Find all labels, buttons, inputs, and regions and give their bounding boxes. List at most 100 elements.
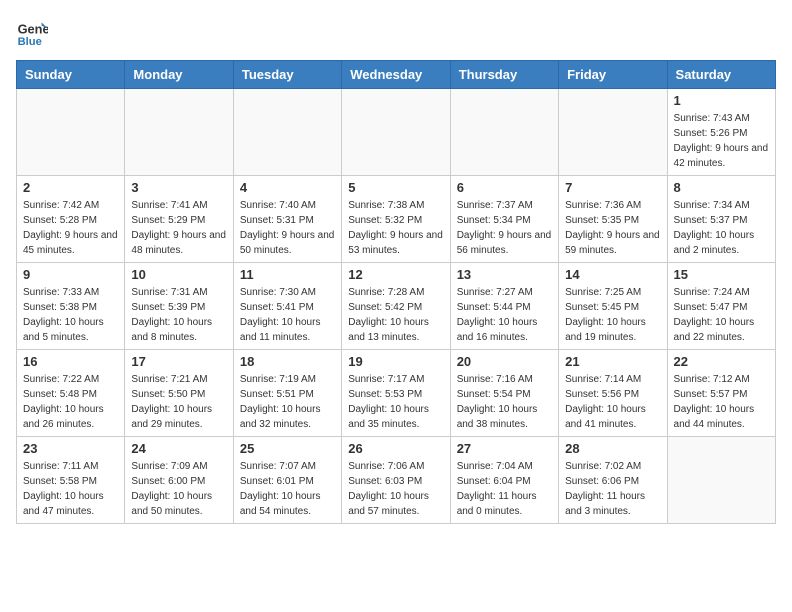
day-number: 28 — [565, 441, 660, 456]
day-number: 20 — [457, 354, 552, 369]
day-number: 11 — [240, 267, 335, 282]
logo-icon: General Blue — [16, 16, 48, 48]
day-info: Sunrise: 7:37 AM Sunset: 5:34 PM Dayligh… — [457, 198, 552, 258]
day-cell: 28 Sunrise: 7:02 AM Sunset: 6:06 PM Dayli… — [559, 437, 667, 524]
day-cell — [559, 89, 667, 176]
day-cell: 25 Sunrise: 7:07 AM Sunset: 6:01 PM Dayli… — [233, 437, 341, 524]
day-info: Sunrise: 7:43 AM Sunset: 5:26 PM Dayligh… — [674, 111, 769, 171]
week-row-4: 16 Sunrise: 7:22 AM Sunset: 5:48 PM Dayli… — [17, 350, 776, 437]
day-number: 5 — [348, 180, 443, 195]
day-cell: 27Sunrise: 7:04 AM Sunset: 6:04 PM Dayli… — [450, 437, 558, 524]
week-row-3: 9Sunrise: 7:33 AM Sunset: 5:38 PM Daylig… — [17, 263, 776, 350]
day-info: Sunrise: 7:41 AM Sunset: 5:29 PM Dayligh… — [131, 198, 226, 258]
day-cell: 6 Sunrise: 7:37 AM Sunset: 5:34 PM Daylig… — [450, 176, 558, 263]
day-number: 4 — [240, 180, 335, 195]
day-info: Sunrise: 7:24 AM Sunset: 5:47 PM Dayligh… — [674, 285, 769, 345]
day-cell: 18 Sunrise: 7:19 AM Sunset: 5:51 PM Dayli… — [233, 350, 341, 437]
day-cell — [342, 89, 450, 176]
day-info: Sunrise: 7:31 AM Sunset: 5:39 PM Dayligh… — [131, 285, 226, 345]
day-cell: 15 Sunrise: 7:24 AM Sunset: 5:47 PM Dayli… — [667, 263, 775, 350]
day-number: 24 — [131, 441, 226, 456]
day-number: 27 — [457, 441, 552, 456]
day-header-wednesday: Wednesday — [342, 61, 450, 89]
day-cell: 1 Sunrise: 7:43 AM Sunset: 5:26 PM Daylig… — [667, 89, 775, 176]
day-number: 12 — [348, 267, 443, 282]
day-number: 19 — [348, 354, 443, 369]
day-info: Sunrise: 7:17 AM Sunset: 5:53 PM Dayligh… — [348, 372, 443, 432]
day-number: 13 — [457, 267, 552, 282]
day-cell: 13 Sunrise: 7:27 AM Sunset: 5:44 PM Dayli… — [450, 263, 558, 350]
day-number: 2 — [23, 180, 118, 195]
day-number: 8 — [674, 180, 769, 195]
day-cell: 17 Sunrise: 7:21 AM Sunset: 5:50 PM Dayli… — [125, 350, 233, 437]
day-cell: 11 Sunrise: 7:30 AM Sunset: 5:41 PM Dayli… — [233, 263, 341, 350]
day-header-monday: Monday — [125, 61, 233, 89]
day-cell: 10 Sunrise: 7:31 AM Sunset: 5:39 PM Dayli… — [125, 263, 233, 350]
day-number: 7 — [565, 180, 660, 195]
day-info: Sunrise: 7:36 AM Sunset: 5:35 PM Dayligh… — [565, 198, 660, 258]
day-cell: 24 Sunrise: 7:09 AM Sunset: 6:00 PM Dayli… — [125, 437, 233, 524]
day-number: 10 — [131, 267, 226, 282]
day-number: 1 — [674, 93, 769, 108]
day-info: Sunrise: 7:42 AM Sunset: 5:28 PM Dayligh… — [23, 198, 118, 258]
day-info: Sunrise: 7:09 AM Sunset: 6:00 PM Dayligh… — [131, 459, 226, 519]
day-number: 23 — [23, 441, 118, 456]
day-number: 26 — [348, 441, 443, 456]
day-info: Sunrise: 7:02 AM Sunset: 6:06 PM Dayligh… — [565, 459, 660, 519]
day-cell: 7 Sunrise: 7:36 AM Sunset: 5:35 PM Daylig… — [559, 176, 667, 263]
day-info: Sunrise: 7:14 AM Sunset: 5:56 PM Dayligh… — [565, 372, 660, 432]
logo: General Blue — [16, 16, 52, 48]
day-header-sunday: Sunday — [17, 61, 125, 89]
day-info: Sunrise: 7:40 AM Sunset: 5:31 PM Dayligh… — [240, 198, 335, 258]
day-info: Sunrise: 7:25 AM Sunset: 5:45 PM Dayligh… — [565, 285, 660, 345]
week-row-5: 23Sunrise: 7:11 AM Sunset: 5:58 PM Dayli… — [17, 437, 776, 524]
day-cell: 23Sunrise: 7:11 AM Sunset: 5:58 PM Dayli… — [17, 437, 125, 524]
day-cell — [667, 437, 775, 524]
day-info: Sunrise: 7:07 AM Sunset: 6:01 PM Dayligh… — [240, 459, 335, 519]
day-cell: 22 Sunrise: 7:12 AM Sunset: 5:57 PM Dayli… — [667, 350, 775, 437]
day-number: 14 — [565, 267, 660, 282]
day-cell: 12Sunrise: 7:28 AM Sunset: 5:42 PM Dayli… — [342, 263, 450, 350]
day-info: Sunrise: 7:06 AM Sunset: 6:03 PM Dayligh… — [348, 459, 443, 519]
svg-text:Blue: Blue — [18, 36, 42, 48]
day-info: Sunrise: 7:30 AM Sunset: 5:41 PM Dayligh… — [240, 285, 335, 345]
day-info: Sunrise: 7:16 AM Sunset: 5:54 PM Dayligh… — [457, 372, 552, 432]
day-header-tuesday: Tuesday — [233, 61, 341, 89]
day-cell: 16 Sunrise: 7:22 AM Sunset: 5:48 PM Dayli… — [17, 350, 125, 437]
day-header-saturday: Saturday — [667, 61, 775, 89]
day-cell: 5 Sunrise: 7:38 AM Sunset: 5:32 PM Daylig… — [342, 176, 450, 263]
day-cell: 20 Sunrise: 7:16 AM Sunset: 5:54 PM Dayli… — [450, 350, 558, 437]
svg-text:General: General — [18, 22, 48, 37]
day-cell: 2 Sunrise: 7:42 AM Sunset: 5:28 PM Daylig… — [17, 176, 125, 263]
day-info: Sunrise: 7:38 AM Sunset: 5:32 PM Dayligh… — [348, 198, 443, 258]
day-number: 9 — [23, 267, 118, 282]
header: General Blue — [16, 16, 776, 48]
day-number: 6 — [457, 180, 552, 195]
day-info: Sunrise: 7:34 AM Sunset: 5:37 PM Dayligh… — [674, 198, 769, 258]
day-number: 22 — [674, 354, 769, 369]
day-cell: 19 Sunrise: 7:17 AM Sunset: 5:53 PM Dayli… — [342, 350, 450, 437]
day-cell: 9Sunrise: 7:33 AM Sunset: 5:38 PM Daylig… — [17, 263, 125, 350]
day-header-thursday: Thursday — [450, 61, 558, 89]
day-number: 25 — [240, 441, 335, 456]
day-number: 17 — [131, 354, 226, 369]
calendar: SundayMondayTuesdayWednesdayThursdayFrid… — [16, 60, 776, 524]
day-cell — [17, 89, 125, 176]
day-cell: 21 Sunrise: 7:14 AM Sunset: 5:56 PM Dayli… — [559, 350, 667, 437]
day-cell: 26 Sunrise: 7:06 AM Sunset: 6:03 PM Dayli… — [342, 437, 450, 524]
day-number: 18 — [240, 354, 335, 369]
day-cell: 3 Sunrise: 7:41 AM Sunset: 5:29 PM Daylig… — [125, 176, 233, 263]
day-number: 15 — [674, 267, 769, 282]
day-cell — [233, 89, 341, 176]
day-info: Sunrise: 7:19 AM Sunset: 5:51 PM Dayligh… — [240, 372, 335, 432]
day-info: Sunrise: 7:27 AM Sunset: 5:44 PM Dayligh… — [457, 285, 552, 345]
day-cell: 8 Sunrise: 7:34 AM Sunset: 5:37 PM Daylig… — [667, 176, 775, 263]
day-info: Sunrise: 7:12 AM Sunset: 5:57 PM Dayligh… — [674, 372, 769, 432]
week-row-1: 1 Sunrise: 7:43 AM Sunset: 5:26 PM Daylig… — [17, 89, 776, 176]
day-cell — [125, 89, 233, 176]
day-info: Sunrise: 7:21 AM Sunset: 5:50 PM Dayligh… — [131, 372, 226, 432]
day-number: 21 — [565, 354, 660, 369]
day-number: 16 — [23, 354, 118, 369]
day-number: 3 — [131, 180, 226, 195]
day-info: Sunrise: 7:22 AM Sunset: 5:48 PM Dayligh… — [23, 372, 118, 432]
